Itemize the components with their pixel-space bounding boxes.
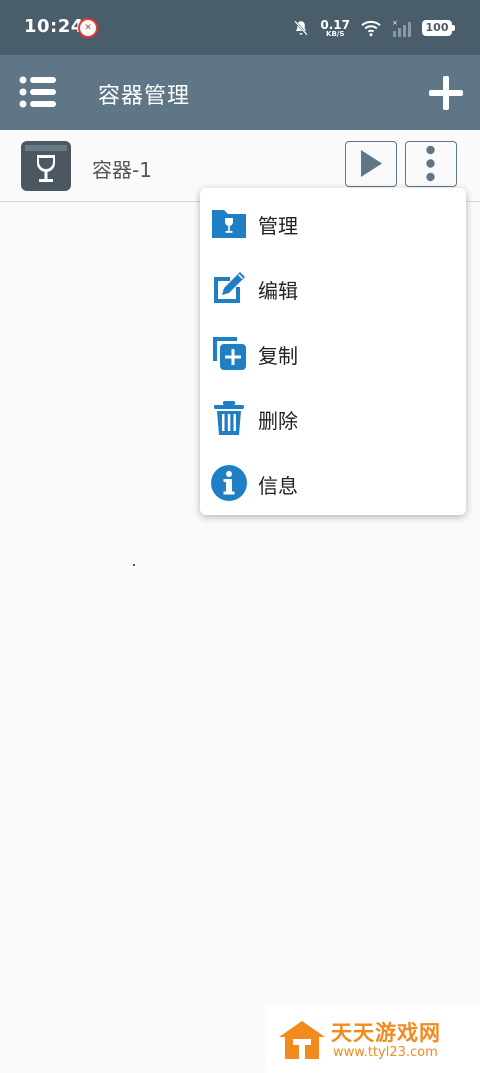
- context-menu: 管理 编辑 复制 删除 信息: [200, 188, 466, 515]
- watermark-name: 天天游戏网: [331, 1021, 441, 1045]
- app-bar: 容器管理: [0, 55, 480, 130]
- menu-item-info[interactable]: 信息: [200, 450, 466, 515]
- menu-item-label: 删除: [258, 409, 298, 433]
- folder-wine-icon: [212, 210, 246, 238]
- more-options-button[interactable]: [405, 141, 457, 187]
- battery-icon: 100: [422, 20, 455, 36]
- watermark: 天天游戏网 www.ttyl23.com: [265, 1005, 480, 1073]
- wine-glass-icon: [21, 141, 71, 191]
- watermark-url: www.ttyl23.com: [333, 1045, 438, 1060]
- menu-item-label: 管理: [258, 214, 298, 238]
- menu-item-label: 编辑: [258, 279, 298, 303]
- plus-icon: [429, 76, 463, 110]
- more-vertical-icon: [426, 145, 435, 182]
- watermark-logo-icon: [279, 1021, 325, 1059]
- run-container-button[interactable]: [345, 141, 397, 187]
- page-title: 容器管理: [98, 84, 191, 109]
- app-notification-icon: ✕: [78, 18, 98, 38]
- net-speed-unit: KB/S: [326, 29, 345, 38]
- menu-button[interactable]: [18, 75, 58, 109]
- menu-item-label: 信息: [258, 474, 298, 498]
- menu-item-delete[interactable]: 删除: [200, 385, 466, 450]
- wifi-icon: [361, 20, 381, 37]
- play-icon: [361, 150, 382, 177]
- status-bar: 10:24 ✕ 0.17 KB/S × 100: [0, 0, 480, 55]
- add-container-button[interactable]: [426, 73, 466, 113]
- net-speed-value: 0.17: [320, 17, 350, 32]
- signal-icon: ×: [392, 19, 411, 37]
- copy-add-icon: [213, 337, 246, 370]
- status-indicators: 0.17 KB/S × 100: [292, 14, 455, 42]
- status-time: 10:24: [24, 16, 84, 37]
- trash-icon: [214, 401, 244, 435]
- net-speed: 0.17 KB/S: [320, 19, 350, 38]
- info-icon: [211, 465, 247, 501]
- menu-item-label: 复制: [258, 344, 298, 368]
- mute-bell-icon: [294, 20, 309, 36]
- edit-icon: [214, 272, 245, 303]
- screen: 10:24 ✕ 0.17 KB/S × 100 容器管理 容器-1 管理 编辑 …: [0, 0, 480, 1073]
- menu-item-copy[interactable]: 复制: [200, 320, 466, 385]
- svg-text:×: ×: [392, 19, 398, 27]
- container-name: 容器-1: [92, 158, 152, 182]
- menu-item-edit[interactable]: 编辑: [200, 255, 466, 320]
- screen-speck: [133, 564, 135, 566]
- menu-list-icon: [19, 76, 56, 108]
- menu-item-manage[interactable]: 管理: [200, 190, 466, 255]
